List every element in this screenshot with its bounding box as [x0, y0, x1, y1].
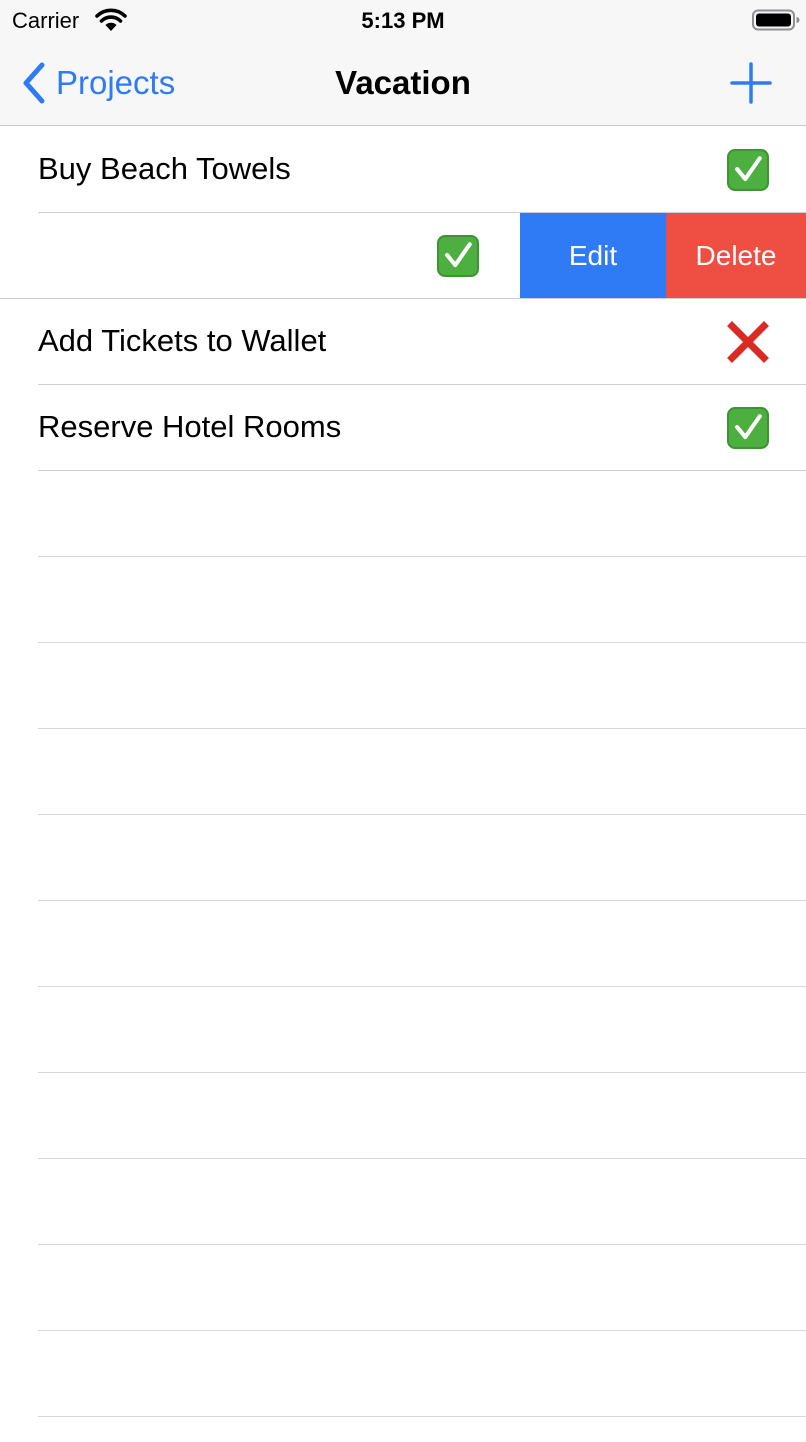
empty-row — [0, 901, 806, 987]
empty-row — [0, 1417, 806, 1442]
empty-row — [0, 643, 806, 729]
edit-button[interactable]: Edit — [520, 213, 666, 299]
empty-row — [0, 815, 806, 901]
task-label: Buy Beach Towels — [38, 151, 291, 186]
task-list: Buy Beach Towels Edit Delete Add Tickets… — [0, 127, 806, 1442]
empty-row — [0, 1073, 806, 1159]
empty-row — [0, 1245, 806, 1331]
delete-button[interactable]: Delete — [666, 213, 806, 299]
empty-row — [0, 1159, 806, 1245]
task-label: Add Tickets to Wallet — [38, 323, 327, 358]
task-row[interactable]: Buy Beach Towels — [0, 127, 806, 213]
task-row-swiped[interactable]: Edit Delete — [0, 213, 806, 299]
check-icon — [727, 149, 769, 191]
status-time: 5:13 PM — [361, 8, 445, 33]
navigation-bar: Projects Vacation — [0, 42, 806, 126]
check-icon — [437, 235, 479, 277]
battery-icon — [752, 9, 800, 31]
empty-row — [0, 729, 806, 815]
page-title: Vacation — [335, 64, 471, 101]
empty-row — [0, 557, 806, 643]
task-row[interactable]: Add Tickets to Wallet — [0, 299, 806, 385]
plus-icon[interactable] — [728, 60, 774, 106]
empty-row — [0, 471, 806, 557]
check-icon — [727, 407, 769, 449]
empty-row — [0, 987, 806, 1073]
task-row[interactable]: Reserve Hotel Rooms — [0, 385, 806, 471]
cross-icon — [727, 321, 769, 363]
task-label: Reserve Hotel Rooms — [38, 409, 342, 444]
empty-row — [0, 1331, 806, 1417]
status-bar: Carrier 5:13 PM — [0, 0, 806, 42]
